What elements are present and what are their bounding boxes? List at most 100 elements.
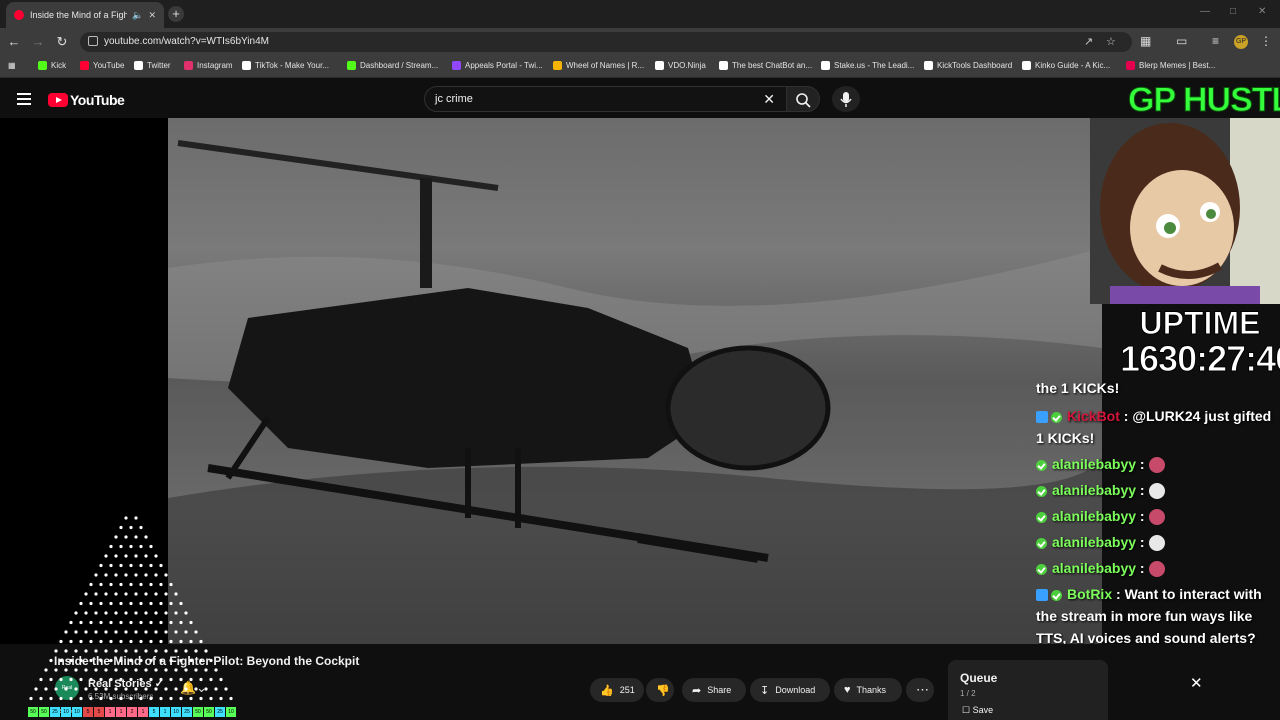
overlay-dot bbox=[114, 630, 118, 634]
bookmark-item[interactable]: YouTube bbox=[80, 61, 124, 70]
minimize-icon[interactable]: — bbox=[1200, 6, 1210, 17]
cast-icon[interactable]: ▭ bbox=[1176, 34, 1187, 48]
bookmark-item[interactable]: Kinko Guide - A Kic... bbox=[1022, 61, 1110, 70]
site-info-icon[interactable] bbox=[88, 36, 98, 46]
bookmark-item[interactable]: KickTools Dashboard bbox=[924, 61, 1012, 70]
queue-label: Queue bbox=[960, 671, 998, 685]
share-icon: ➦ bbox=[692, 684, 702, 697]
voice-search-button[interactable] bbox=[832, 86, 860, 112]
verified-check-icon bbox=[1051, 589, 1062, 601]
share-button[interactable]: ➦ Share bbox=[682, 678, 746, 702]
reload-icon[interactable]: ↻ bbox=[54, 34, 70, 50]
download-button[interactable]: ↧ Download bbox=[750, 678, 830, 702]
new-tab-button[interactable]: + bbox=[168, 6, 184, 22]
bookmark-item[interactable]: TikTok - Make Your... bbox=[242, 61, 329, 70]
overlay-dot bbox=[154, 687, 158, 691]
counter-cell: 25 bbox=[50, 707, 60, 717]
overlay-dot bbox=[109, 696, 113, 701]
maximize-icon[interactable]: □ bbox=[1230, 6, 1236, 17]
bookmark-item[interactable]: VDO.Ninja bbox=[655, 61, 706, 70]
bookmark-item[interactable]: Dashboard / Stream... bbox=[347, 61, 438, 70]
media-controls-icon[interactable]: ≡ bbox=[1212, 34, 1219, 48]
overlay-dot bbox=[204, 687, 208, 691]
overlay-dot bbox=[79, 677, 83, 682]
save-button[interactable]: ☐ Save bbox=[962, 705, 993, 716]
donation-counter-bar: 50 50 25 10 10 5 5 1 1 2 1 5 1 10 25 50 50 25 10 bbox=[28, 707, 237, 719]
overlay-dot bbox=[104, 668, 108, 672]
menu-dots-icon[interactable]: ⋮ bbox=[1260, 34, 1272, 48]
overlay-dot bbox=[124, 630, 128, 634]
overlay-dot bbox=[39, 677, 43, 682]
queue-panel[interactable]: Queue 1 / 2 ☐ Save bbox=[948, 660, 1108, 720]
bookmark-item[interactable]: Blerp Memes | Best... bbox=[1126, 61, 1215, 70]
back-arrow-icon[interactable]: ← bbox=[6, 34, 22, 50]
counter-cell: 5 bbox=[149, 707, 159, 717]
bookmark-item[interactable]: The best ChatBot an... bbox=[719, 61, 812, 70]
profile-avatar[interactable]: GP bbox=[1234, 35, 1248, 49]
bookmark-item[interactable]: Kick bbox=[38, 61, 66, 70]
overlay-dot bbox=[109, 620, 113, 625]
bookmark-star-icon[interactable]: ☆ bbox=[1106, 35, 1116, 48]
guide-menu-icon[interactable] bbox=[17, 93, 31, 105]
bookmark-favicon-icon bbox=[553, 61, 562, 70]
overlay-dot bbox=[99, 677, 103, 682]
bookmark-label: Kinko Guide - A Kic... bbox=[1035, 61, 1111, 70]
overlay-dot bbox=[79, 639, 83, 644]
overlay-dot bbox=[94, 649, 98, 653]
overlay-dot bbox=[144, 687, 148, 691]
bookmark-label: The best ChatBot an... bbox=[732, 61, 813, 70]
overlay-dot bbox=[184, 668, 188, 672]
search-input[interactable]: jc crime ✕ bbox=[424, 86, 788, 112]
thanks-button[interactable]: ♥ Thanks bbox=[834, 678, 902, 702]
overlay-dot bbox=[134, 687, 138, 691]
verified-check-icon bbox=[1036, 485, 1047, 497]
uptime-widget: UPTIME 1630:27:40 bbox=[1120, 306, 1280, 379]
overlay-dot bbox=[184, 687, 188, 691]
overlay-dot bbox=[79, 601, 83, 606]
counter-cell: 10 bbox=[226, 707, 236, 717]
overlay-dot bbox=[194, 687, 198, 691]
close-window-icon[interactable]: ✕ bbox=[1258, 6, 1266, 17]
overlay-dot bbox=[179, 601, 183, 606]
speaker-icon[interactable]: 🔈 bbox=[132, 10, 143, 21]
save-label: Save bbox=[972, 705, 994, 715]
bookmark-item[interactable]: Twitter bbox=[134, 61, 171, 70]
bookmark-label: Kick bbox=[51, 61, 67, 70]
dislike-button[interactable]: 👎 bbox=[646, 678, 674, 702]
overlay-dot bbox=[89, 620, 93, 625]
close-queue-icon[interactable]: ✕ bbox=[1190, 674, 1203, 692]
extensions-icon[interactable]: ▦ bbox=[1140, 34, 1151, 48]
bookmark-favicon-icon bbox=[242, 61, 251, 70]
forward-arrow-icon[interactable]: → bbox=[30, 34, 46, 50]
search-button[interactable] bbox=[786, 86, 820, 112]
like-button[interactable]: 👍 251 bbox=[590, 678, 644, 702]
video-player[interactable] bbox=[168, 118, 1102, 644]
more-actions-button[interactable]: ⋯ bbox=[906, 678, 934, 702]
overlay-dot bbox=[139, 620, 143, 625]
bookmark-item[interactable]: Appeals Portal - Twi... bbox=[452, 61, 543, 70]
bookmark-label: Twitter bbox=[147, 61, 171, 70]
youtube-logo[interactable]: YouTube bbox=[48, 92, 125, 108]
clear-search-icon[interactable]: ✕ bbox=[763, 91, 775, 108]
overlay-dot bbox=[89, 677, 93, 682]
counter-cell: 1 bbox=[160, 707, 170, 717]
bookmark-label: Dashboard / Stream... bbox=[360, 61, 439, 70]
overlay-dot bbox=[129, 658, 133, 663]
bookmark-item[interactable]: Stake.us - The Leadi... bbox=[821, 61, 914, 70]
bookmark-item[interactable]: Instagram bbox=[184, 61, 233, 70]
install-app-icon[interactable]: ↗ bbox=[1084, 35, 1093, 48]
overlay-dot bbox=[179, 639, 183, 644]
apps-grid-icon[interactable]: ▦ bbox=[8, 61, 16, 70]
overlay-dot bbox=[109, 582, 113, 587]
omnibox[interactable]: youtube.com/watch?v=WTIs6bYin4M ↗ ☆ bbox=[80, 32, 1132, 52]
overlay-dot bbox=[99, 563, 103, 568]
overlay-dot bbox=[84, 687, 88, 691]
overlay-dot bbox=[154, 554, 158, 558]
overlay-dot bbox=[54, 668, 58, 672]
browser-tab[interactable]: Inside the Mind of a Fighter 🔈 ✕ bbox=[6, 2, 164, 28]
close-tab-icon[interactable]: ✕ bbox=[148, 10, 156, 21]
bookmark-item[interactable]: Wheel of Names | R... bbox=[553, 61, 644, 70]
overlay-dot bbox=[199, 639, 203, 644]
overlay-dot bbox=[134, 592, 138, 596]
overlay-dot bbox=[94, 573, 98, 577]
